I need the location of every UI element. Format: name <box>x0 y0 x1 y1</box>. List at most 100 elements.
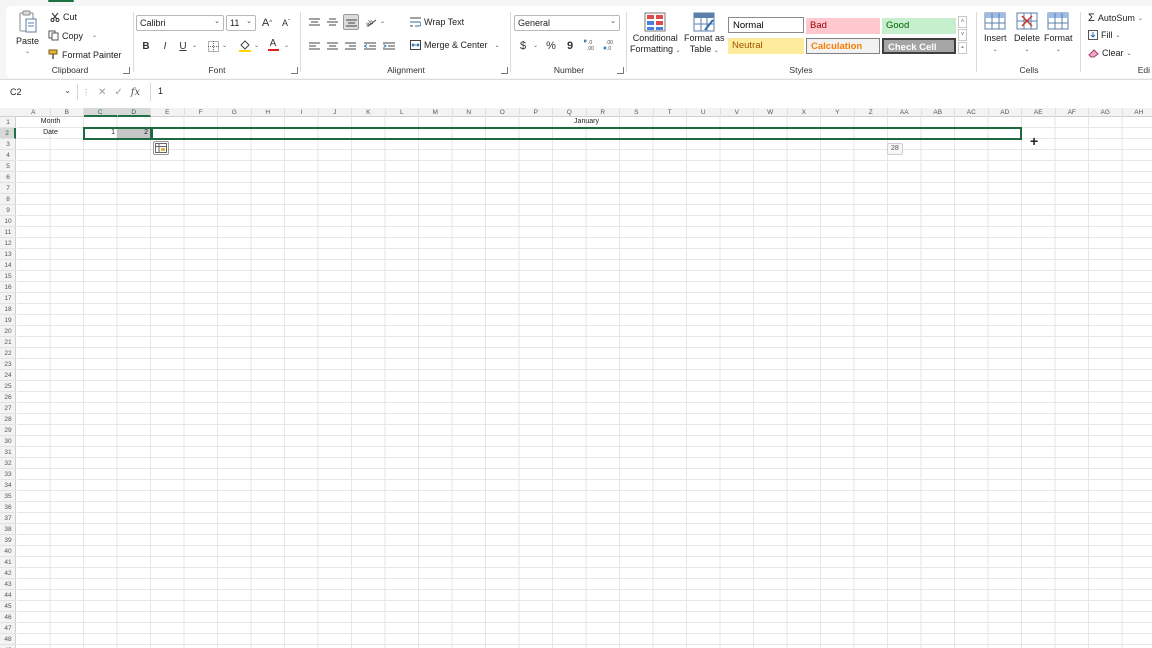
clear-button[interactable]: Clear ⌄ <box>1088 48 1132 58</box>
copy-button[interactable]: Copy ⌄ <box>48 30 97 41</box>
row-header-11[interactable]: 11 <box>0 227 16 238</box>
row-header-48[interactable]: 48 <box>0 634 16 645</box>
row-header-12[interactable]: 12 <box>0 238 16 249</box>
bold-button[interactable]: B <box>139 39 153 53</box>
format-as-table-button[interactable]: Format as Table ⌄ <box>684 12 725 54</box>
autosum-button[interactable]: Σ AutoSum ⌄ <box>1088 12 1143 24</box>
row-header-40[interactable]: 40 <box>0 546 16 557</box>
delete-button[interactable]: Delete ⌄ <box>1014 12 1040 53</box>
chevron-down-icon[interactable]: ⌄ <box>222 42 227 49</box>
column-header-r[interactable]: R <box>587 108 620 117</box>
cell-A1[interactable]: Month <box>17 117 84 127</box>
chevron-down-icon[interactable]: ⌄ <box>380 18 385 25</box>
style-check-cell[interactable]: Check Cell <box>882 38 956 54</box>
format-cells-button[interactable]: Format ⌄ <box>1044 12 1073 53</box>
column-header-p[interactable]: P <box>520 108 553 117</box>
row-header-30[interactable]: 30 <box>0 436 16 447</box>
currency-button[interactable]: $ <box>516 39 530 53</box>
column-header-w[interactable]: W <box>754 108 788 117</box>
row-header-13[interactable]: 13 <box>0 249 16 260</box>
row-header-24[interactable]: 24 <box>0 370 16 381</box>
align-top-button[interactable] <box>307 15 321 29</box>
row-header-25[interactable]: 25 <box>0 381 16 392</box>
formula-input[interactable]: 1 <box>150 83 1152 101</box>
cut-button[interactable]: Cut <box>50 12 77 22</box>
column-header-y[interactable]: Y <box>821 108 855 117</box>
font-color-button[interactable]: A <box>266 38 280 52</box>
number-dialog-launcher[interactable] <box>617 67 624 74</box>
styles-scroll-up[interactable]: ˄ <box>958 16 967 28</box>
decrease-indent-button[interactable] <box>363 39 377 53</box>
column-header-ad[interactable]: AD <box>989 108 1022 117</box>
column-header-a[interactable]: A <box>17 108 51 117</box>
row-header-27[interactable]: 27 <box>0 403 16 414</box>
row-header-28[interactable]: 28 <box>0 414 16 425</box>
row-header-46[interactable]: 46 <box>0 612 16 623</box>
fill-color-button[interactable] <box>238 39 252 53</box>
row-header-3[interactable]: 3 <box>0 139 16 150</box>
row-header-14[interactable]: 14 <box>0 260 16 271</box>
column-header-af[interactable]: AF <box>1056 108 1089 117</box>
conditional-formatting-button[interactable]: Conditional Formatting ⌄ <box>630 12 681 54</box>
clipboard-dialog-launcher[interactable] <box>123 67 130 74</box>
italic-button[interactable]: I <box>158 39 172 53</box>
row-header-10[interactable]: 10 <box>0 216 16 227</box>
merge-center-button[interactable]: Merge & Center ⌄ <box>410 40 500 50</box>
borders-button[interactable] <box>206 39 220 53</box>
column-header-f[interactable]: F <box>185 108 218 117</box>
row-header-35[interactable]: 35 <box>0 491 16 502</box>
column-header-q[interactable]: Q <box>553 108 587 117</box>
column-header-j[interactable]: J <box>319 108 352 117</box>
style-good[interactable]: Good <box>882 18 956 34</box>
column-header-n[interactable]: N <box>453 108 486 117</box>
column-header-l[interactable]: L <box>386 108 419 117</box>
style-neutral[interactable]: Neutral <box>728 38 804 54</box>
font-name-select[interactable]: Calibri ⌄ <box>136 15 224 31</box>
row-header-39[interactable]: 39 <box>0 535 16 546</box>
style-normal[interactable]: Normal <box>728 17 804 33</box>
chevron-down-icon[interactable]: ⌄ <box>284 42 289 49</box>
column-header-s[interactable]: S <box>620 108 654 117</box>
increase-decimal-button[interactable]: .0.00 <box>583 38 597 52</box>
cancel-icon[interactable]: ✕ <box>98 87 106 98</box>
column-header-ab[interactable]: AB <box>922 108 955 117</box>
number-format-select[interactable]: General ⌄ <box>514 15 620 31</box>
orientation-button[interactable]: ab <box>364 15 378 29</box>
row-header-15[interactable]: 15 <box>0 271 16 282</box>
chevron-down-icon[interactable]: ⌄ <box>192 42 197 49</box>
column-header-b[interactable]: B <box>51 108 84 117</box>
row-header-37[interactable]: 37 <box>0 513 16 524</box>
merged-month-cell[interactable]: January <box>84 117 1089 127</box>
comma-style-button[interactable]: 9 <box>563 39 577 53</box>
align-right-button[interactable] <box>343 39 357 53</box>
row-header-21[interactable]: 21 <box>0 337 16 348</box>
fill-button[interactable]: Fill ⌄ <box>1088 30 1121 40</box>
paste-button[interactable]: Paste ⌄ <box>16 10 39 55</box>
row-header-47[interactable]: 47 <box>0 623 16 634</box>
row-header-7[interactable]: 7 <box>0 183 16 194</box>
row-header-19[interactable]: 19 <box>0 315 16 326</box>
column-header-t[interactable]: T <box>654 108 687 117</box>
underline-button[interactable]: U <box>176 39 190 53</box>
row-header-26[interactable]: 26 <box>0 392 16 403</box>
wrap-text-button[interactable]: Wrap Text <box>410 17 464 27</box>
row-header-5[interactable]: 5 <box>0 161 16 172</box>
font-size-select[interactable]: 11 ⌄ <box>226 15 256 31</box>
column-header-v[interactable]: V <box>721 108 754 117</box>
row-header-9[interactable]: 9 <box>0 205 16 216</box>
chevron-down-icon[interactable]: ⌄ <box>533 42 538 49</box>
row-header-41[interactable]: 41 <box>0 557 16 568</box>
cell-A2[interactable]: Date <box>17 128 84 138</box>
column-header-m[interactable]: M <box>419 108 453 117</box>
column-header-ah[interactable]: AH <box>1123 108 1152 117</box>
row-header-34[interactable]: 34 <box>0 480 16 491</box>
row-header-4[interactable]: 4 <box>0 150 16 161</box>
align-left-button[interactable] <box>307 39 321 53</box>
align-center-button[interactable] <box>325 39 339 53</box>
row-header-16[interactable]: 16 <box>0 282 16 293</box>
cell-area[interactable]: Month January Date 1 2 28 + <box>17 117 1152 648</box>
percent-button[interactable]: % <box>544 39 558 53</box>
row-header-17[interactable]: 17 <box>0 293 16 304</box>
align-middle-button[interactable] <box>325 15 339 29</box>
style-bad[interactable]: Bad <box>806 18 880 34</box>
